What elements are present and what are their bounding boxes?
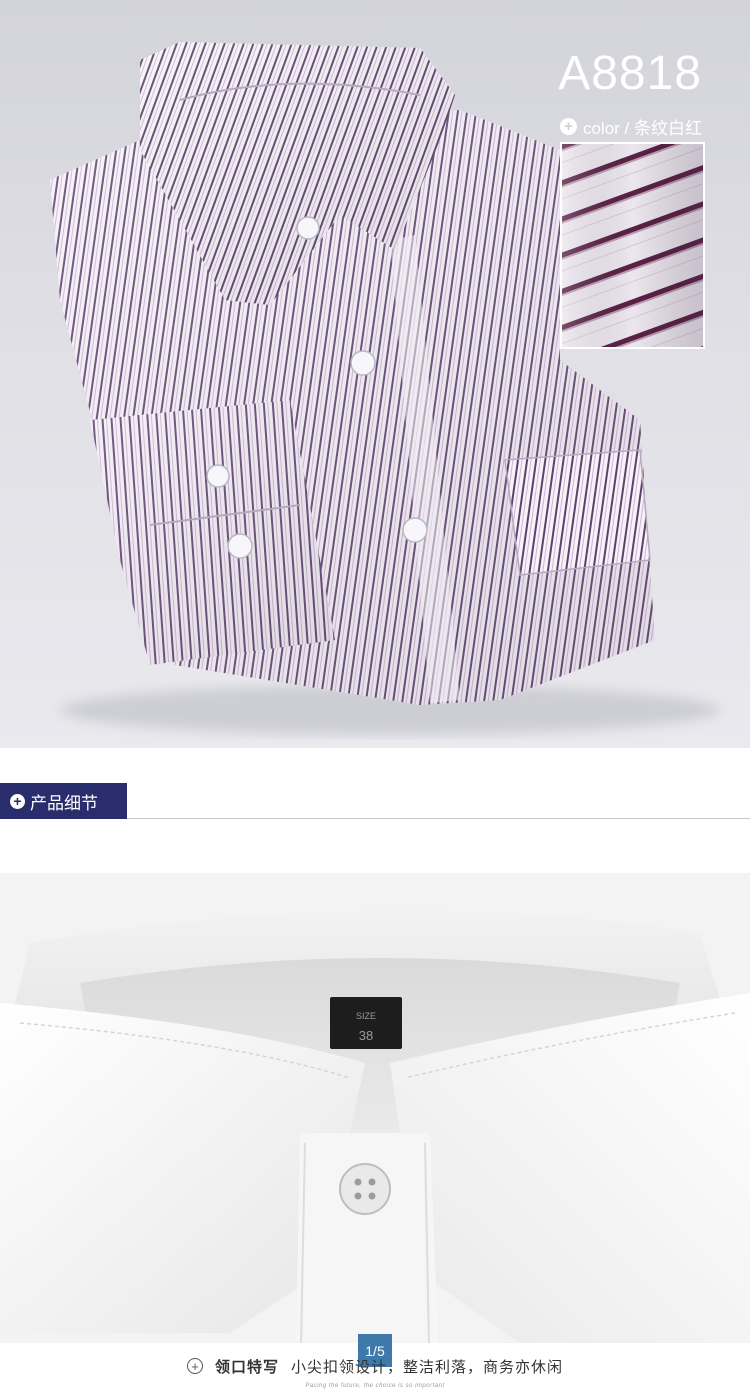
size-label-text: 38 <box>359 1028 373 1043</box>
color-label: color / 条纹白红 <box>582 119 702 138</box>
striped-shirt-image <box>50 42 720 735</box>
section-tag: + 产品细节 <box>0 783 127 819</box>
caption-title: 领口特写 <box>214 1358 279 1376</box>
color-line: + color / 条纹白红 <box>559 114 702 139</box>
plus-icon: + <box>10 793 25 809</box>
caption-text: 小尖扣领设计，整洁利落，商务亦休闲 <box>291 1358 564 1376</box>
slogan: Pacing the future, the choice is so impo… <box>305 1383 445 1389</box>
plus-icon: + <box>186 1358 203 1374</box>
hero-banner: A8818 + color / 条纹白红 <box>0 0 750 748</box>
plus-icon: + <box>559 118 577 135</box>
white-collar-image: SIZE 38 <box>0 873 750 1396</box>
fabric-swatch-image <box>560 142 705 349</box>
collar-detail: SIZE 38 1/5 + 领口特写 小尖扣领设计，整洁利落，商务亦休闲 Pac… <box>0 873 750 1396</box>
model-code: A8818 <box>558 47 702 100</box>
section-header: + 产品细节 <box>0 783 750 821</box>
section-title: 产品细节 <box>30 793 98 813</box>
svg-text:SIZE: SIZE <box>356 1011 376 1021</box>
caption-row: + 领口特写 小尖扣领设计，整洁利落，商务亦休闲 <box>0 1351 750 1381</box>
divider <box>127 818 750 819</box>
